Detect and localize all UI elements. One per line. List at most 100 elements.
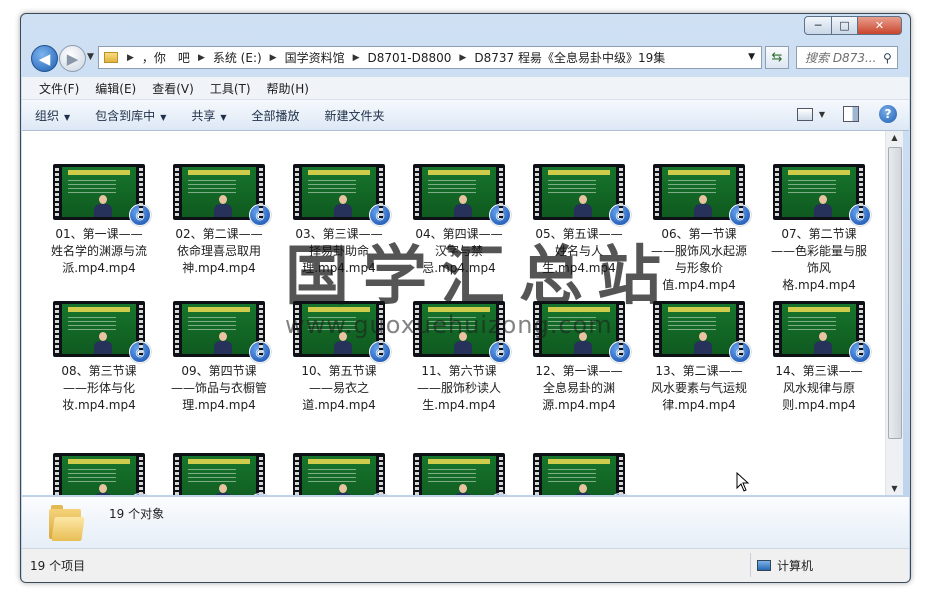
media-player-icon: ◉ — [609, 341, 631, 363]
file-item[interactable]: ◉ — [409, 453, 511, 495]
details-pane: 19 个对象 — [22, 496, 909, 548]
share-label: 共享 — [191, 108, 216, 123]
menu-tools[interactable]: 工具(T) — [202, 80, 259, 97]
navigation-row: ◀ ▶ ▼ ▶ ，你 吧 ▶ 系统 (E:) ▶ 国学资料馆 ▶ D8701-D… — [21, 42, 910, 74]
media-player-icon: ◉ — [489, 341, 511, 363]
file-item[interactable]: ◉ 07、第二节课——色彩能量与服饰风格.mp4.mp4 — [769, 164, 871, 294]
breadcrumb-drive[interactable]: 系统 (E:) — [210, 49, 265, 66]
new-folder-button[interactable]: 新建文件夹 — [312, 107, 397, 124]
menu-help[interactable]: 帮助(H) — [259, 80, 317, 97]
video-thumbnail: ◉ — [413, 164, 511, 226]
maximize-button[interactable]: □ — [832, 16, 858, 35]
chevron-right-icon[interactable]: ▶ — [348, 53, 365, 63]
file-list: ◉ 01、第一课——姓名学的渊源与流派.mp4.mp4 ◉ 02、第二课——依命理喜忌… — [22, 131, 885, 495]
scrollbar-thumb[interactable] — [888, 147, 902, 439]
slide-preview — [782, 167, 856, 217]
file-name: 10、第五节课——易衣之道.mp4.mp4 — [301, 364, 377, 412]
breadcrumb-library[interactable]: 国学资料馆 — [282, 49, 348, 66]
file-item[interactable]: ◉ — [49, 453, 151, 495]
include-library-button[interactable]: 包含到库中 ▼ — [82, 107, 178, 124]
organize-button[interactable]: 组织 ▼ — [22, 107, 82, 124]
file-item[interactable]: ◉ 02、第二课——依命理喜忌取用神.mp4.mp4 — [169, 164, 271, 277]
file-item[interactable]: ◉ 01、第一课——姓名学的渊源与流派.mp4.mp4 — [49, 164, 151, 277]
breadcrumb-range[interactable]: D8701-D8800 — [365, 51, 455, 65]
command-bar: 组织 ▼ 包含到库中 ▼ 共享 ▼ 全部播放 新建文件夹 ▼ ? — [22, 100, 909, 131]
slide-preview — [62, 456, 136, 495]
scroll-down-icon[interactable]: ▼ — [886, 484, 903, 493]
search-box[interactable]: ⚲ — [796, 46, 898, 69]
video-thumbnail: ◉ — [413, 453, 511, 495]
back-button[interactable]: ◀ — [31, 45, 58, 72]
file-item[interactable]: ◉ 10、第五节课——易衣之道.mp4.mp4 — [289, 301, 391, 414]
video-thumbnail: ◉ — [293, 301, 391, 363]
search-input[interactable] — [803, 49, 881, 66]
video-thumbnail: ◉ — [173, 453, 271, 495]
file-name: 11、第六节课——服饰秒读人生.mp4.mp4 — [416, 364, 501, 412]
preview-pane-icon[interactable] — [843, 106, 859, 122]
recent-pages-dropdown[interactable]: ▼ — [87, 52, 94, 62]
media-player-icon: ◉ — [369, 341, 391, 363]
slide-preview — [662, 304, 736, 354]
file-item[interactable]: ◉ 14、第三课——风水规律与原则.mp4.mp4 — [769, 301, 871, 414]
file-item[interactable]: ◉ 04、第四课——汉字与禁忌.mp4.mp4 — [409, 164, 511, 277]
media-player-icon: ◉ — [489, 204, 511, 226]
view-options-icon[interactable] — [796, 107, 813, 121]
help-icon[interactable]: ? — [879, 105, 897, 123]
chevron-right-icon[interactable]: ▶ — [265, 53, 282, 63]
file-name: 07、第二节课——色彩能量与服饰风格.mp4.mp4 — [771, 227, 868, 292]
media-player-icon: ◉ — [609, 204, 631, 226]
search-icon[interactable]: ⚲ — [883, 51, 892, 65]
mouse-cursor-icon — [736, 472, 750, 492]
scroll-up-icon[interactable]: ▲ — [886, 133, 903, 142]
chevron-right-icon[interactable]: ▶ — [454, 53, 471, 63]
view-dropdown-icon[interactable]: ▼ — [819, 110, 825, 119]
video-thumbnail: ◉ — [53, 164, 151, 226]
file-item[interactable]: ◉ — [169, 453, 271, 495]
computer-icon — [757, 560, 771, 571]
media-player-icon: ◉ — [129, 204, 151, 226]
location-indicator: 计算机 — [757, 557, 813, 574]
vertical-scrollbar[interactable]: ▲ ▼ — [885, 131, 903, 495]
breadcrumb-current[interactable]: D8737 程昜《全息易卦中级》19集 — [471, 49, 668, 66]
file-item[interactable]: ◉ — [529, 453, 631, 495]
chevron-right-icon[interactable]: ▶ — [193, 53, 210, 63]
menu-file[interactable]: 文件(F) — [31, 80, 87, 97]
location-label: 计算机 — [777, 559, 814, 573]
breadcrumb-user[interactable]: ，你 吧 — [139, 49, 193, 66]
share-button[interactable]: 共享 ▼ — [178, 107, 238, 124]
address-bar[interactable]: ▶ ，你 吧 ▶ 系统 (E:) ▶ 国学资料馆 ▶ D8701-D8800 ▶… — [98, 46, 762, 69]
include-library-label: 包含到库中 — [95, 108, 156, 123]
file-name: 08、第三节课——形体与化妆.mp4.mp4 — [61, 364, 137, 412]
chevron-right-icon[interactable]: ▶ — [122, 53, 139, 63]
media-player-icon: ◉ — [849, 341, 871, 363]
video-thumbnail: ◉ — [533, 301, 631, 363]
file-item[interactable]: ◉ — [289, 453, 391, 495]
file-item[interactable]: ◉ 06、第一节课——服饰风水起源与形象价值.mp4.mp4 — [649, 164, 751, 294]
play-all-button[interactable]: 全部播放 — [239, 107, 312, 124]
arrow-left-icon: ◀ — [38, 49, 51, 68]
address-dropdown-icon[interactable]: ▼ — [748, 52, 755, 62]
object-count: 19 个对象 — [109, 507, 165, 521]
file-item[interactable]: ◉ 05、第五课——姓名与人生.mp4.mp4 — [529, 164, 631, 277]
video-thumbnail: ◉ — [533, 453, 631, 495]
forward-button[interactable]: ▶ — [59, 45, 86, 72]
file-name: 04、第四课——汉字与禁忌.mp4.mp4 — [415, 227, 503, 275]
file-item[interactable]: ◉ 11、第六节课——服饰秒读人生.mp4.mp4 — [409, 301, 511, 414]
file-item[interactable]: ◉ 03、第三课——择易卦助命理.mp4.mp4 — [289, 164, 391, 277]
media-player-icon: ◉ — [729, 204, 751, 226]
slide-preview — [422, 456, 496, 495]
slide-preview — [302, 456, 376, 495]
file-name: 12、第一课——全息易卦的渊源.mp4.mp4 — [535, 364, 623, 412]
menu-edit[interactable]: 编辑(E) — [87, 80, 144, 97]
close-button[interactable]: ✕ — [858, 16, 902, 35]
file-item[interactable]: ◉ 08、第三节课——形体与化妆.mp4.mp4 — [49, 301, 151, 414]
file-item[interactable]: ◉ 09、第四节课——饰品与衣橱管理.mp4.mp4 — [169, 301, 271, 414]
slide-preview — [662, 167, 736, 217]
minimize-button[interactable]: ─ — [804, 16, 832, 35]
menu-bar: 文件(F) 编辑(E) 查看(V) 工具(T) 帮助(H) — [22, 77, 909, 100]
refresh-button[interactable]: ⇆ — [765, 46, 789, 69]
menu-view[interactable]: 查看(V) — [144, 80, 202, 97]
file-item[interactable]: ◉ 13、第二课——风水要素与气运规律.mp4.mp4 — [649, 301, 751, 414]
file-item[interactable]: ◉ 12、第一课——全息易卦的渊源.mp4.mp4 — [529, 301, 631, 414]
file-name: 05、第五课——姓名与人生.mp4.mp4 — [535, 227, 623, 275]
